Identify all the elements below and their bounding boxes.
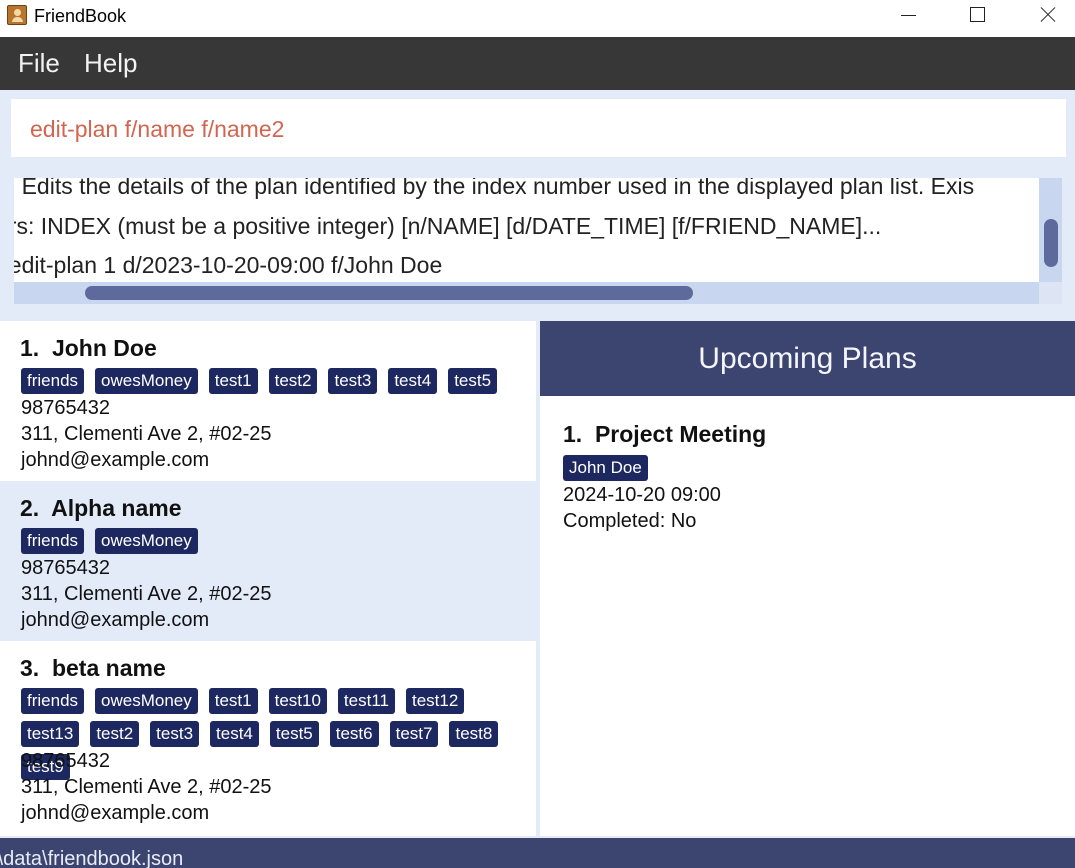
menu-help[interactable]: Help <box>84 48 137 79</box>
person-phone: 98765432 <box>21 750 110 772</box>
tag: test2 <box>268 368 318 394</box>
result-display: n: Edits the details of the plan identif… <box>14 178 1062 304</box>
person-index: 3. <box>20 655 40 681</box>
person-email: johnd@example.com <box>21 802 210 824</box>
tag: test13 <box>21 721 80 747</box>
person-address: 311, Clementi Ave 2, #02-25 <box>21 423 272 445</box>
person-address: 311, Clementi Ave 2, #02-25 <box>21 583 272 605</box>
person-index: 1. <box>20 335 40 361</box>
tag: test4 <box>388 368 438 394</box>
person-name-text: beta name <box>51 655 166 681</box>
person-card[interactable]: 1. John Doe friends owesMoney test1 test… <box>0 321 536 481</box>
maximize-button[interactable] <box>954 0 1000 30</box>
result-line: ers: INDEX (must be a positive integer) … <box>14 213 882 239</box>
plan-name-text: Project Meeting <box>594 421 767 447</box>
person-address: 311, Clementi Ave 2, #02-25 <box>21 776 272 798</box>
command-input[interactable]: edit-plan f/name f/name2 <box>30 116 284 143</box>
horizontal-scroll-thumb[interactable] <box>85 286 693 300</box>
close-button[interactable] <box>1024 0 1070 30</box>
person-email: johnd@example.com <box>21 609 210 631</box>
vertical-scrollbar[interactable] <box>1039 178 1062 282</box>
tag: test6 <box>329 721 379 747</box>
person-phone: 98765432 <box>21 557 110 579</box>
person-name-text: John Doe <box>51 335 157 361</box>
plans-header-title: Upcoming Plans <box>698 342 917 375</box>
person-card[interactable]: 3. beta name friends owesMoney test1 tes… <box>0 641 536 836</box>
tag: test5 <box>269 721 319 747</box>
tag: friends <box>21 528 85 554</box>
tag: test8 <box>449 721 499 747</box>
tag: friends <box>21 368 85 394</box>
person-name: 3. beta name <box>20 655 166 682</box>
menu-bar: File Help <box>0 37 1075 90</box>
plan-index: 1. <box>563 421 583 447</box>
plan-friend-tag: John Doe <box>563 455 648 481</box>
window-title: FriendBook <box>34 6 127 26</box>
result-text-area[interactable]: n: Edits the details of the plan identif… <box>14 178 1039 282</box>
tag: test5 <box>448 368 498 394</box>
tag: test4 <box>210 721 259 747</box>
status-bar: .\data\friendbook.json <box>0 838 1075 868</box>
tag: owesMoney <box>95 688 198 714</box>
plan-completed: Completed: No <box>563 510 697 532</box>
person-name-text: Alpha name <box>51 495 182 521</box>
command-box[interactable]: edit-plan f/name f/name2 <box>11 99 1066 157</box>
plans-header: Upcoming Plans <box>540 321 1075 396</box>
tag: owesMoney <box>95 528 198 554</box>
tag: friends <box>21 688 85 714</box>
person-card[interactable]: 2. Alpha name friends owesMoney 98765432… <box>0 481 536 641</box>
person-email: johnd@example.com <box>21 449 210 471</box>
plans-panel: Upcoming Plans 1. Project Meeting John D… <box>540 321 1075 836</box>
save-location: .\data\friendbook.json <box>0 848 184 868</box>
tag: test7 <box>389 721 439 747</box>
person-phone: 98765432 <box>21 397 110 419</box>
result-line: : edit-plan 1 d/2023-10-20-09:00 f/John … <box>14 252 443 278</box>
minimize-button[interactable] <box>885 0 931 30</box>
result-line: n: Edits the details of the plan identif… <box>14 178 975 199</box>
vertical-scroll-thumb[interactable] <box>1044 219 1058 267</box>
plan-datetime: 2024-10-20 09:00 <box>563 484 721 506</box>
address-book-icon <box>7 5 27 25</box>
tag: test12 <box>405 688 465 714</box>
tag: owesMoney <box>95 368 198 394</box>
tag: test3 <box>150 721 200 747</box>
tag: test3 <box>328 368 378 394</box>
tag: test1 <box>208 688 258 714</box>
person-name: 2. Alpha name <box>20 495 182 522</box>
person-list: 1. John Doe friends owesMoney test1 test… <box>0 321 536 836</box>
plan-name: 1. Project Meeting <box>563 421 766 448</box>
scroll-corner <box>1039 282 1062 304</box>
title-bar: FriendBook <box>0 0 1075 37</box>
person-name: 1. John Doe <box>20 335 157 362</box>
horizontal-scrollbar[interactable] <box>14 282 1039 304</box>
tag: test11 <box>337 688 395 714</box>
menu-file[interactable]: File <box>18 48 60 79</box>
tag: test2 <box>90 721 140 747</box>
person-index: 2. <box>20 495 40 521</box>
tag: test1 <box>208 368 258 394</box>
tag: test10 <box>268 688 327 714</box>
